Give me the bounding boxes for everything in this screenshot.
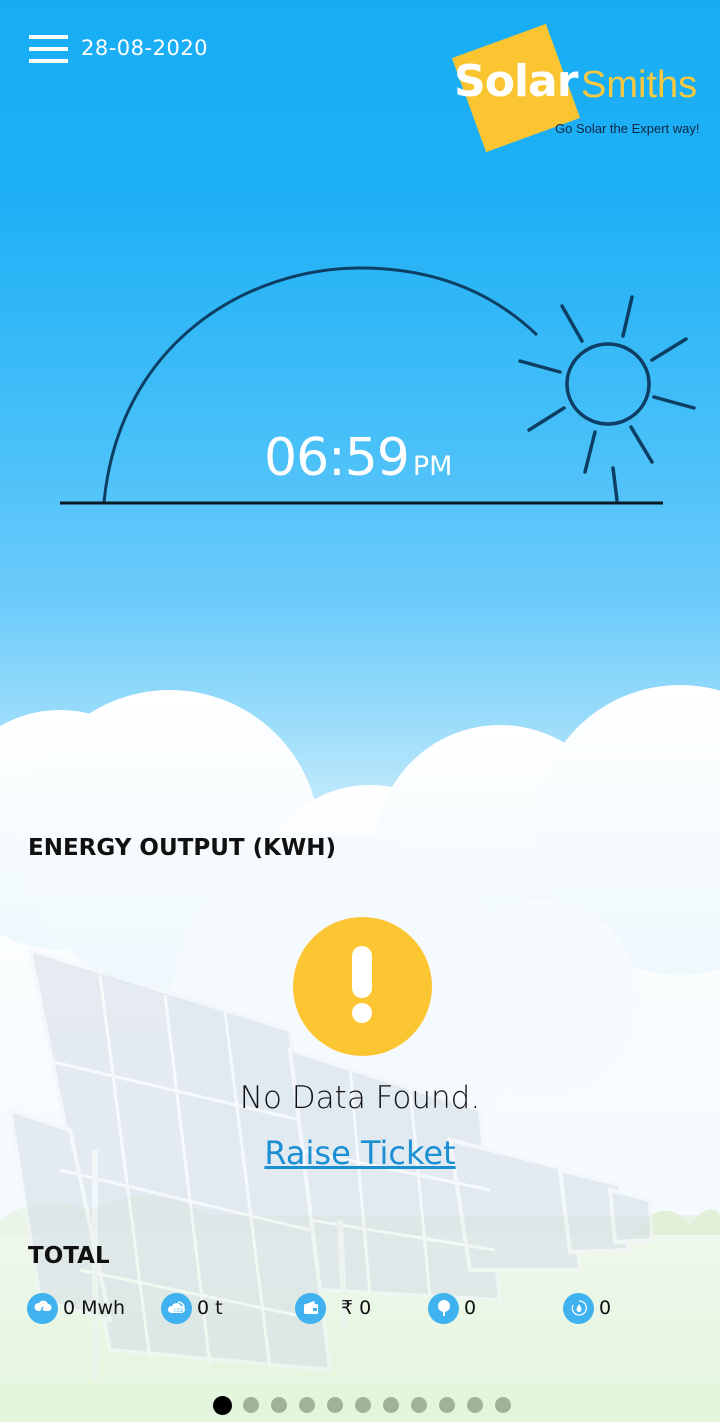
page-dot[interactable] [271, 1397, 287, 1413]
stat-energy-value: 0 Mwh [63, 1297, 126, 1319]
page-dot[interactable] [355, 1397, 371, 1413]
stat-co2: CO2 0 t [161, 1292, 223, 1324]
menu-bar [29, 59, 68, 63]
page-dot[interactable] [383, 1397, 399, 1413]
menu-bar [29, 47, 68, 51]
exclamation-bar [352, 946, 372, 998]
stat-water: 0 [563, 1292, 611, 1324]
menu-bar [29, 35, 68, 39]
wallet-icon [295, 1292, 326, 1324]
total-title: TOTAL [28, 1243, 110, 1269]
page-dot[interactable] [299, 1397, 315, 1413]
water-recycle-icon [563, 1292, 594, 1324]
exclamation-dot [352, 1003, 372, 1023]
sun-icon [518, 295, 696, 502]
raise-ticket-link[interactable]: Raise Ticket [0, 1134, 720, 1172]
solarsmiths-logo: Solar Smiths Go Solar the Expert way! [446, 18, 716, 153]
background-illustration [0, 266, 720, 1422]
dashboard-screen: 28-08-2020 Solar Smiths Go Solar the Exp… [0, 0, 720, 1422]
raise-ticket-label[interactable]: Raise Ticket [264, 1134, 455, 1172]
energy-output-title: ENERGY OUTPUT (KWH) [28, 835, 337, 861]
logo-text-solar: Solar [454, 56, 578, 107]
energy-cloud-bolt-icon [27, 1292, 58, 1324]
current-date: 28-08-2020 [81, 36, 209, 60]
logo-tagline: Go Solar the Expert way! [555, 121, 700, 136]
time-value: 06:59 [264, 428, 410, 488]
warning-exclamation-icon [293, 917, 432, 1056]
svg-text:CO2: CO2 [174, 1308, 184, 1314]
stat-co2-value: 0 t [197, 1297, 223, 1319]
page-indicator [213, 1396, 523, 1415]
page-dot[interactable] [243, 1397, 259, 1413]
page-dot[interactable] [439, 1397, 455, 1413]
page-dot[interactable] [467, 1397, 483, 1413]
page-dot[interactable] [495, 1397, 511, 1413]
stat-water-value: 0 [599, 1297, 612, 1319]
stat-savings-value: ₹ 0 [341, 1297, 372, 1319]
sun-time-display: 06:59 PM [264, 428, 452, 488]
hamburger-menu-icon[interactable] [29, 35, 68, 64]
page-dot-active[interactable] [213, 1396, 232, 1415]
stat-energy: 0 Mwh [27, 1292, 125, 1324]
logo-text-smiths: Smiths [581, 64, 698, 106]
co2-cloud-icon: CO2 [161, 1292, 192, 1324]
tree-icon [428, 1292, 459, 1324]
totals-stats-row: 0 Mwh CO2 0 t ₹ 0 0 0 [0, 1292, 720, 1324]
stat-trees: 0 [428, 1292, 476, 1324]
page-dot[interactable] [327, 1397, 343, 1413]
time-ampm: PM [412, 451, 453, 482]
page-dot[interactable] [411, 1397, 427, 1413]
stat-trees-value: 0 [464, 1297, 477, 1319]
no-data-message: No Data Found. [239, 1080, 481, 1116]
stat-savings: ₹ 0 [295, 1292, 371, 1324]
